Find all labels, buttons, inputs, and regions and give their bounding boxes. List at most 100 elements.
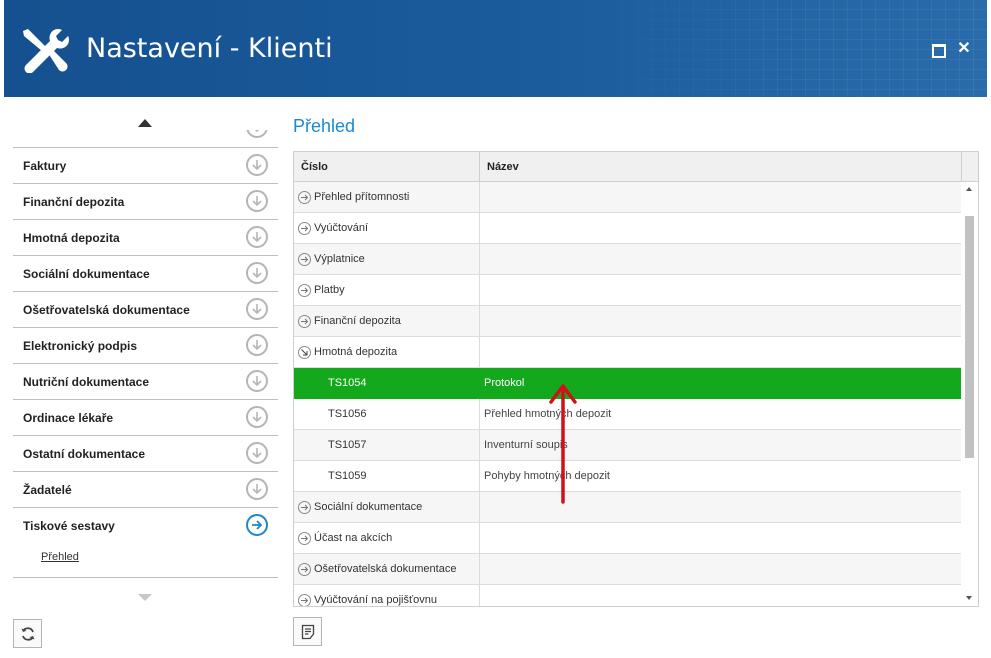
column-header-number[interactable]: Číslo bbox=[294, 152, 480, 182]
sidebar-item-label: Faktury bbox=[23, 159, 67, 173]
collapse-arrow-icon[interactable] bbox=[298, 346, 311, 359]
report-number: TS1056 bbox=[328, 408, 367, 420]
table-group-row[interactable]: Ošetřovatelská dokumentace bbox=[294, 554, 961, 585]
refresh-button[interactable] bbox=[13, 619, 42, 648]
table-group-row[interactable]: Výplatnice bbox=[294, 244, 961, 275]
sidebar-item-osetrovatelska-dokumentace[interactable]: Ošetřovatelská dokumentace bbox=[13, 292, 278, 328]
expand-arrow-icon[interactable] bbox=[298, 501, 311, 514]
table-group-row[interactable]: Přehled přítomnosti bbox=[294, 182, 961, 213]
sidebar-item-label: Finanční depozita bbox=[23, 195, 125, 209]
sidebar-item-label: Elektronický podpis bbox=[23, 339, 138, 353]
sidebar-item-financni-depozita[interactable]: Finanční depozita bbox=[13, 184, 278, 220]
cell-number: TS1056 bbox=[294, 399, 480, 429]
group-label: Vyúčtování na pojišťovnu bbox=[314, 594, 437, 606]
cell-name bbox=[480, 337, 961, 367]
title-bar: Nastavení - Klienti ✕ bbox=[4, 0, 987, 97]
table-group-row[interactable]: Účast na akcích bbox=[294, 523, 961, 554]
cell-name bbox=[480, 585, 961, 606]
arrow-down-circle-icon bbox=[246, 130, 268, 138]
report-options-button[interactable] bbox=[293, 617, 322, 646]
report-number: TS1057 bbox=[328, 439, 367, 451]
group-label: Přehled přítomnosti bbox=[314, 191, 410, 203]
expand-arrow-icon[interactable] bbox=[298, 222, 311, 235]
table-group-row[interactable]: Platby bbox=[294, 275, 961, 306]
group-label: Sociální dokumentace bbox=[314, 501, 423, 513]
refresh-icon bbox=[21, 627, 35, 641]
expand-arrow-icon[interactable] bbox=[298, 563, 311, 576]
sidebar-item-elektronicky-podpis[interactable]: Elektronický podpis bbox=[13, 328, 278, 364]
cell-number: Sociální dokumentace bbox=[294, 492, 480, 522]
arrow-down-circle-icon bbox=[246, 442, 268, 464]
cell-number: TS1059 bbox=[294, 461, 480, 491]
scrollbar-thumb[interactable] bbox=[965, 216, 974, 458]
sidebar-item-ostatni-dokumentace[interactable]: Ostatní dokumentace bbox=[13, 436, 278, 472]
cell-number: Výplatnice bbox=[294, 244, 480, 274]
arrow-right-circle-icon bbox=[246, 514, 268, 536]
table-row[interactable]: TS1056 Přehled hmotných depozit bbox=[294, 399, 961, 430]
group-label: Výplatnice bbox=[314, 253, 365, 265]
sidebar-item-label: Ostatní dokumentace bbox=[23, 447, 146, 461]
table-row[interactable]: TS1054 Protokol bbox=[294, 368, 961, 399]
grid-scrollbar[interactable] bbox=[962, 182, 978, 606]
report-grid: Číslo Název Přehled přítomnosti Vyúčtován… bbox=[293, 151, 979, 607]
expand-arrow-icon[interactable] bbox=[298, 315, 311, 328]
sidebar-item-tiskove-sestavy[interactable]: Tiskové sestavy bbox=[13, 508, 278, 544]
scroll-down-icon[interactable] bbox=[966, 596, 972, 600]
cell-name bbox=[480, 306, 961, 336]
sidebar-subitem-prehled[interactable]: Přehled bbox=[41, 551, 79, 563]
cell-number: Ošetřovatelská dokumentace bbox=[294, 554, 480, 584]
document-list-icon bbox=[301, 624, 315, 640]
cell-number: Vyúčtování na pojišťovnu bbox=[294, 585, 480, 606]
window-title: Nastavení - Klienti bbox=[86, 33, 333, 64]
annotation-arrow-icon bbox=[549, 384, 577, 504]
cell-name bbox=[480, 275, 961, 305]
table-group-row[interactable]: Vyúčtování bbox=[294, 213, 961, 244]
cell-name bbox=[480, 244, 961, 274]
sidebar-scroll-down-icon[interactable] bbox=[138, 594, 152, 601]
table-row[interactable]: TS1057 Inventurní soupis bbox=[294, 430, 961, 461]
cell-number: Přehled přítomnosti bbox=[294, 182, 480, 212]
table-group-row[interactable]: Finanční depozita bbox=[294, 306, 961, 337]
sidebar-item-socialni-dokumentace[interactable]: Sociální dokumentace bbox=[13, 256, 278, 292]
grid-header: Číslo Název bbox=[294, 152, 978, 182]
group-label: Ošetřovatelská dokumentace bbox=[314, 563, 457, 575]
arrow-down-circle-icon bbox=[246, 298, 268, 320]
table-group-row[interactable]: Sociální dokumentace bbox=[294, 492, 961, 523]
cell-number: Účast na akcích bbox=[294, 523, 480, 553]
table-group-row[interactable]: Vyúčtování na pojišťovnu bbox=[294, 585, 961, 606]
maximize-button[interactable] bbox=[931, 42, 946, 58]
arrow-down-circle-icon bbox=[246, 406, 268, 428]
sidebar-item-label: Sociální dokumentace bbox=[23, 267, 150, 281]
sidebar-item-faktury[interactable]: Faktury bbox=[13, 148, 278, 184]
arrow-down-circle-icon bbox=[246, 478, 268, 500]
sidebar-scroll-up-icon[interactable] bbox=[138, 119, 152, 127]
arrow-down-circle-icon bbox=[246, 334, 268, 356]
expand-arrow-icon[interactable] bbox=[298, 594, 311, 606]
table-group-row[interactable]: Hmotná depozita bbox=[294, 337, 961, 368]
sidebar-item-nutricni-dokumentace[interactable]: Nutriční dokumentace bbox=[13, 364, 278, 400]
arrow-down-circle-icon bbox=[246, 226, 268, 248]
sidebar-item-label: Ošetřovatelská dokumentace bbox=[23, 303, 190, 317]
expand-arrow-icon[interactable] bbox=[298, 532, 311, 545]
scroll-up-icon[interactable] bbox=[966, 187, 972, 191]
column-header-name[interactable]: Název bbox=[480, 152, 962, 182]
arrow-down-circle-icon bbox=[246, 190, 268, 212]
expand-arrow-icon[interactable] bbox=[298, 284, 311, 297]
report-number: TS1054 bbox=[328, 377, 367, 389]
sidebar-item-label: Tiskové sestavy bbox=[23, 519, 115, 533]
report-number: TS1059 bbox=[328, 470, 367, 482]
sidebar-item-ordinace-lekare[interactable]: Ordinace lékaře bbox=[13, 400, 278, 436]
group-label: Hmotná depozita bbox=[314, 346, 398, 358]
cell-name bbox=[480, 523, 961, 553]
table-row[interactable]: TS1059 Pohyby hmotných depozit bbox=[294, 461, 961, 492]
cell-name bbox=[480, 554, 961, 584]
expand-arrow-icon[interactable] bbox=[298, 253, 311, 266]
sidebar-item-zadatele[interactable]: Žadatelé bbox=[13, 472, 278, 508]
cell-name bbox=[480, 213, 961, 243]
sidebar-item-hmotna-depozita[interactable]: Hmotná depozita bbox=[13, 220, 278, 256]
sidebar-item-partial[interactable] bbox=[13, 130, 278, 148]
sidebar: Faktury Finanční depozita Hmotná depozita S… bbox=[13, 130, 278, 580]
close-button[interactable]: ✕ bbox=[957, 41, 971, 57]
expand-arrow-icon[interactable] bbox=[298, 191, 311, 204]
cell-number: Finanční depozita bbox=[294, 306, 480, 336]
